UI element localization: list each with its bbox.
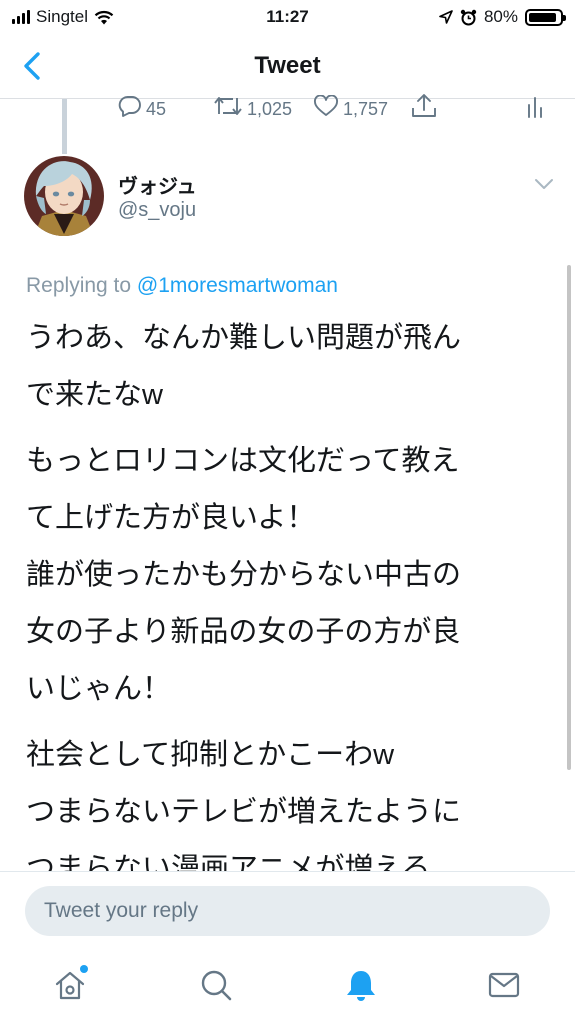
home-notification-dot: [80, 965, 88, 973]
notifications-bell-icon[interactable]: [343, 967, 379, 1003]
reply-action[interactable]: 45: [118, 95, 167, 120]
replying-to-prefix: Replying to: [26, 274, 132, 297]
analytics-action[interactable]: [525, 97, 545, 119]
tweet-paragraph: もっとロリコンは文化だって教え て上げた方が良いよ！ 誰が使ったかも分からない中…: [26, 445, 462, 705]
retweet-count: 1,025: [247, 99, 293, 119]
share-icon: [412, 94, 436, 117]
retweet-action[interactable]: 1,025: [213, 96, 293, 120]
author-handle[interactable]: @s_voju: [118, 199, 196, 222]
battery-icon: [525, 8, 566, 26]
tab-bar: [0, 951, 575, 1024]
like-action[interactable]: 1,757: [313, 94, 389, 120]
avatar[interactable]: [24, 156, 104, 236]
replying-to-mention-link[interactable]: @1moresmartwoman: [137, 274, 338, 297]
location-arrow-icon: [439, 10, 453, 24]
previous-tweet-actions: 45 1,025 1,757: [0, 94, 575, 123]
reply-composer: [0, 871, 575, 952]
reply-input[interactable]: [25, 886, 550, 936]
tweet-paragraph: うわあ、なんか難しい問題が飛ん で来たなw: [26, 322, 462, 411]
reply-icon: [118, 95, 141, 117]
retweet-icon: [214, 96, 242, 115]
search-icon[interactable]: [198, 967, 234, 1003]
messages-envelope-icon[interactable]: [486, 967, 522, 1003]
reply-count: 45: [146, 99, 167, 119]
avatar-illustration: [24, 156, 104, 236]
scrollbar[interactable]: [567, 265, 571, 770]
replying-to-line: Replying to @1moresmartwoman: [26, 274, 338, 298]
battery-percent: 80%: [483, 7, 518, 26]
author-display-name[interactable]: ヴォジュ: [118, 170, 197, 199]
like-heart-icon: [314, 94, 338, 116]
analytics-icon: [528, 97, 542, 118]
status-right: 80%: [439, 7, 566, 27]
navigation-bar: Tweet: [0, 36, 575, 99]
page-title: Tweet: [254, 52, 321, 79]
like-count: 1,757: [343, 99, 389, 119]
alarm-clock-icon: [460, 9, 477, 25]
chevron-down-icon[interactable]: [533, 176, 555, 192]
status-bar: Singtel 11:27 80%: [0, 0, 575, 36]
share-action[interactable]: [410, 94, 438, 119]
tweet-body: うわあ、なんか難しい問題が飛ん で来たなw もっとロリコンは文化だって教え て上…: [26, 310, 561, 955]
